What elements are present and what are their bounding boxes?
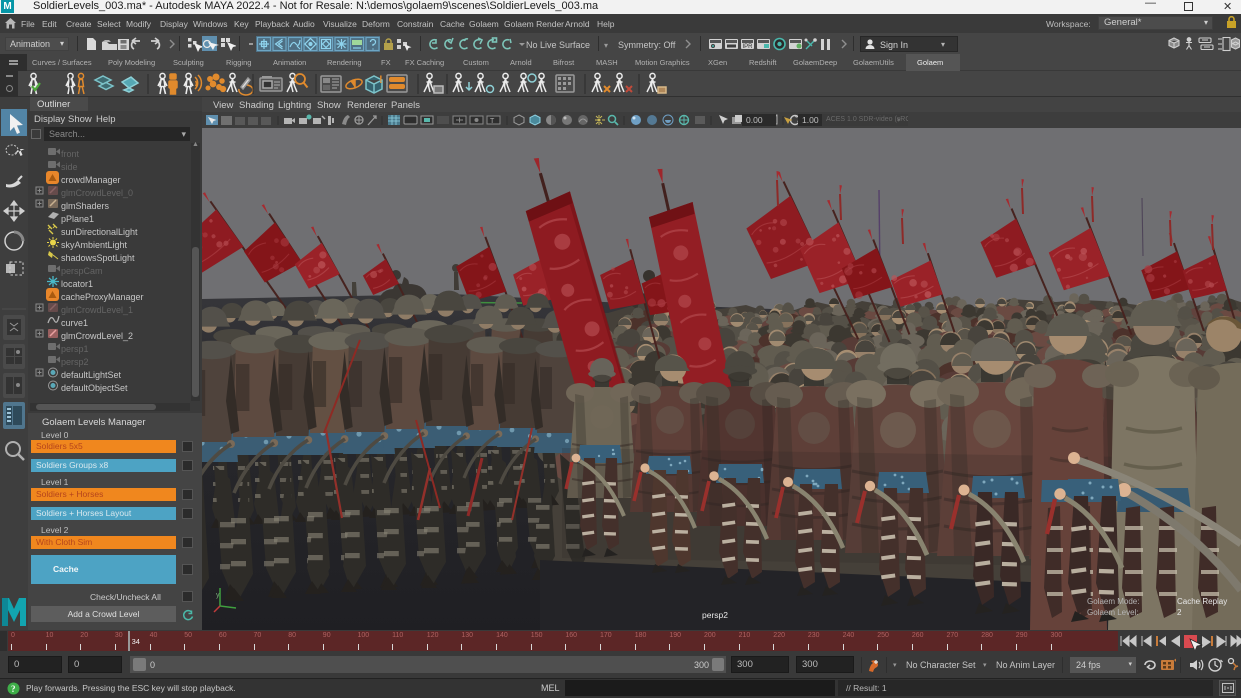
svg-text:glmShaders: glmShaders [61, 201, 110, 211]
svg-text:cacheProxyManager: cacheProxyManager [61, 292, 144, 302]
svg-text:!: ! [379, 74, 383, 86]
svg-text:shadowsSpotLight: shadowsSpotLight [61, 253, 135, 263]
svg-text:persp2: persp2 [61, 357, 89, 367]
svg-text:curve1: curve1 [61, 318, 88, 328]
svg-text:crowdManager: crowdManager [61, 175, 121, 185]
svg-text:defaultObjectSet: defaultObjectSet [61, 383, 128, 393]
svg-text:side: side [61, 162, 78, 172]
svg-text:pPlane1: pPlane1 [61, 214, 94, 224]
svg-text:glmCrowdLevel_1: glmCrowdLevel_1 [61, 305, 133, 315]
svg-text:skyAmbientLight: skyAmbientLight [61, 240, 128, 250]
svg-text:locator1: locator1 [61, 279, 93, 289]
svg-text:front: front [61, 149, 80, 159]
svg-text:defaultLightSet: defaultLightSet [61, 370, 122, 380]
svg-text:T: T [490, 118, 495, 125]
svg-text:sunDirectionalLight: sunDirectionalLight [61, 227, 138, 237]
svg-text:perspCam: perspCam [61, 266, 103, 276]
svg-text:IPR: IPR [743, 44, 754, 50]
svg-text:glmCrowdLevel_0: glmCrowdLevel_0 [61, 188, 133, 198]
svg-text:glmCrowdLevel_2: glmCrowdLevel_2 [61, 331, 133, 341]
svg-text:?: ? [11, 684, 16, 694]
svg-text:persp1: persp1 [61, 344, 89, 354]
svg-text:y: y [216, 592, 220, 599]
